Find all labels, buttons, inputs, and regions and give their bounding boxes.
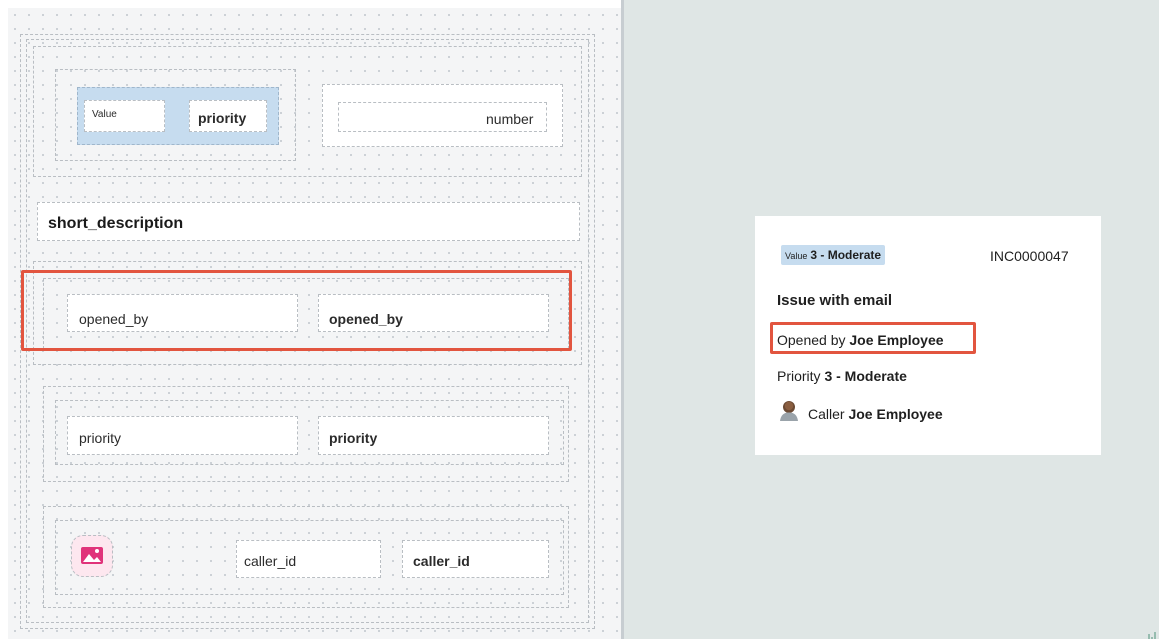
resize-handle-icon[interactable] [1146,628,1159,639]
priority-value-text: priority [329,430,378,446]
caller-label-text: caller_id [244,553,297,569]
value-priority-text: priority [198,110,247,126]
opened-by-highlight [770,322,976,354]
priority-label-text: priority [79,430,122,446]
priority-label: Priority [777,368,821,384]
caller-line: Caller Joe Employee [808,406,943,422]
caller-value: Joe Employee [848,406,943,422]
preview-card: Value 3 - Moderate INC0000047 Issue with … [755,216,1101,455]
caller-label: Caller [808,406,845,422]
image-placeholder-icon[interactable] [71,535,113,577]
record-number: INC0000047 [990,248,1069,264]
record-title: Issue with email [777,292,893,309]
priority-value: 3 - Moderate [824,368,907,384]
value-label-text: Value [92,109,117,120]
number-field-text: number [486,111,534,127]
priority-line: Priority 3 - Moderate [777,368,907,384]
value-badge-label: Value [785,251,808,261]
value-badge: Value 3 - Moderate [781,245,886,265]
value-badge-value: 3 - Moderate [810,248,882,262]
short-description-text: short_description [48,215,184,232]
user-avatar-icon [778,399,800,421]
caller-value-text: caller_id [413,553,470,569]
opened-by-row-highlight [21,270,572,351]
